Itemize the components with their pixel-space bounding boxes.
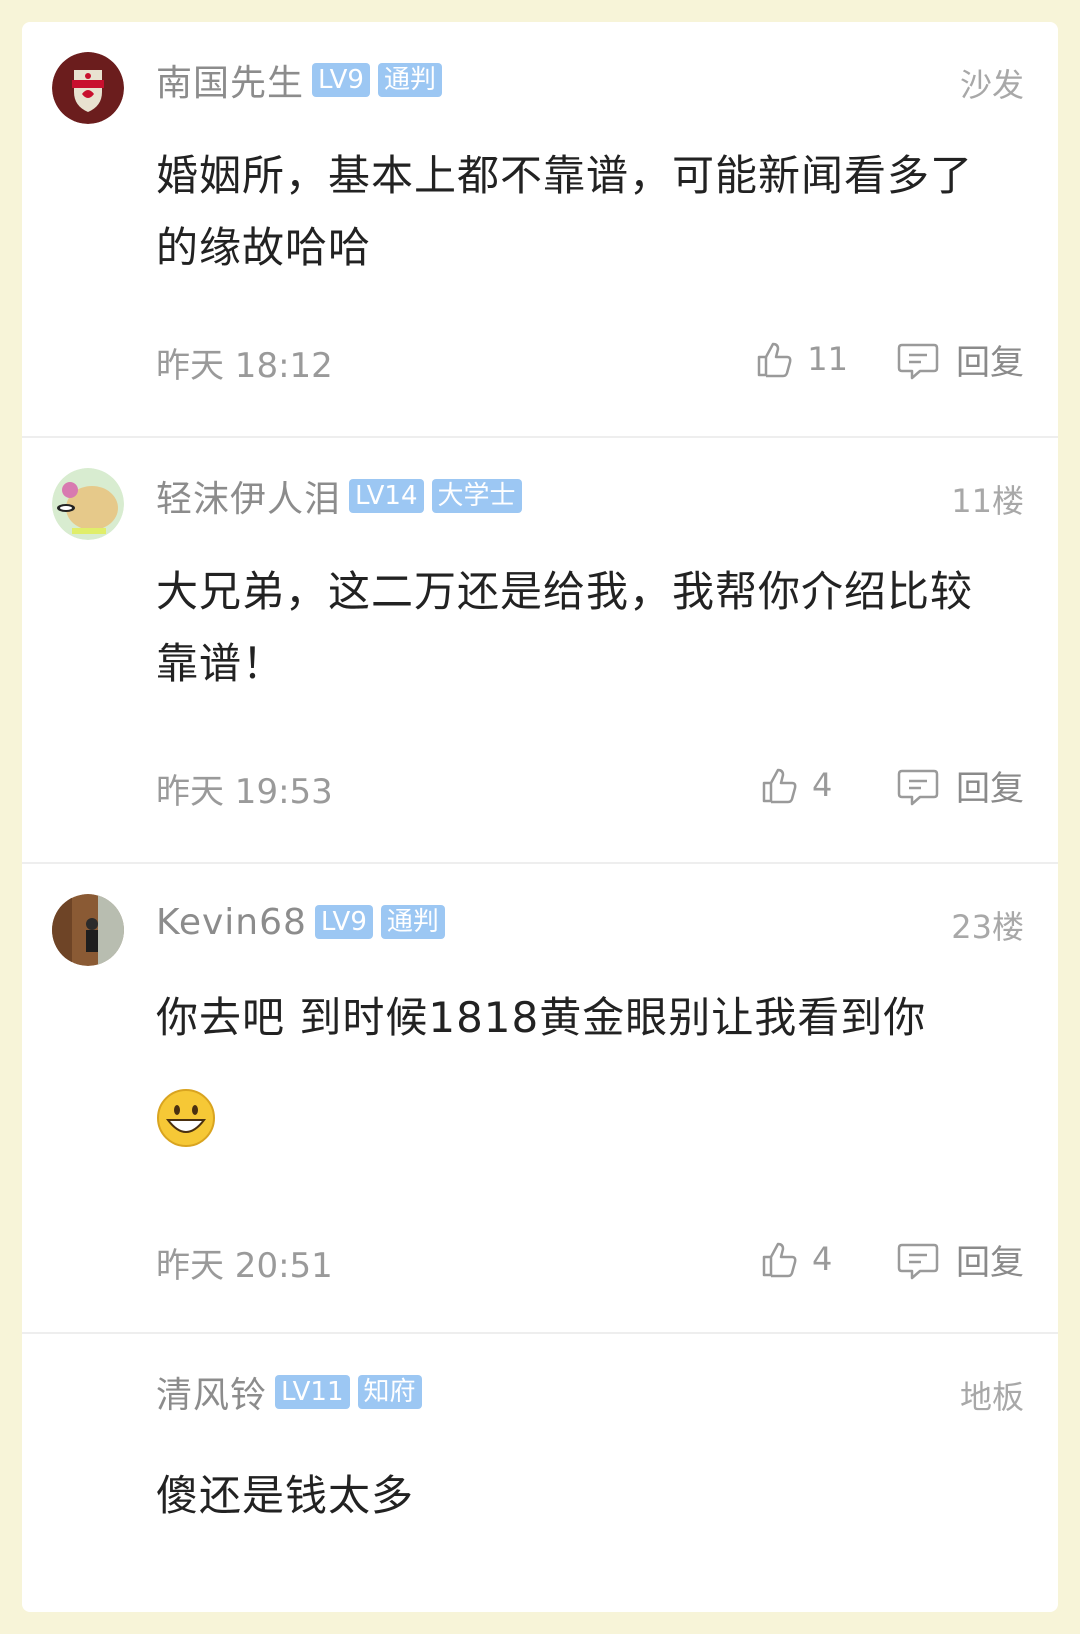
- reply-button[interactable]: 回复: [956, 335, 1024, 384]
- floor-label: 11楼: [951, 482, 1024, 520]
- avatar[interactable]: [52, 1364, 124, 1436]
- title-badge: 通判: [377, 63, 442, 97]
- level-badge: LV9: [312, 63, 370, 97]
- username[interactable]: 清风铃: [156, 1366, 267, 1418]
- comment-text: 傻还是钱太多: [156, 1471, 415, 1520]
- comment-time: 昨天 18:12: [156, 346, 333, 386]
- grinning-face-emoji-icon: [157, 1089, 215, 1147]
- reply-icon[interactable]: [896, 337, 940, 381]
- cartoon-avatar-icon: [52, 468, 124, 540]
- comment-actions: 4 回复: [758, 760, 1024, 810]
- user-info: 轻沫伊人泪 LV14 大学士: [156, 474, 522, 520]
- photo-avatar-icon: [52, 894, 124, 966]
- reply-icon[interactable]: [896, 1237, 940, 1281]
- comment-time: 昨天 19:53: [156, 772, 333, 812]
- user-info: Kevin68 LV9 通判: [156, 900, 445, 944]
- username[interactable]: Kevin68: [156, 902, 307, 943]
- thumbs-up-icon[interactable]: [758, 763, 802, 807]
- comment-item: Kevin68 LV9 通判 23楼 你去吧 到时候1818黄金眼别让我看到你 …: [22, 864, 1058, 1334]
- comment-actions: 11 回复: [753, 334, 1024, 384]
- like-count: 11: [807, 340, 848, 378]
- comment-actions: 4 回复: [758, 1234, 1024, 1284]
- comment-text: 婚姻所，基本上都不靠谱，可能新闻看多了的缘故哈哈: [156, 151, 974, 272]
- floor-label: 地板: [959, 1378, 1024, 1416]
- floor-label: 沙发: [959, 66, 1024, 104]
- liverpool-crest-icon: [52, 52, 124, 124]
- comment-list: 南国先生 LV9 通判 沙发 婚姻所，基本上都不靠谱，可能新闻看多了的缘故哈哈 …: [22, 22, 1058, 1612]
- level-badge: LV11: [275, 1375, 350, 1409]
- title-badge: 知府: [357, 1375, 422, 1409]
- thumbs-up-icon[interactable]: [758, 1237, 802, 1281]
- username[interactable]: 南国先生: [156, 54, 304, 106]
- comment-item: 清风铃 LV11 知府 地板 傻还是钱太多: [22, 1334, 1058, 1612]
- like-count: 4: [812, 1240, 833, 1278]
- reply-button[interactable]: 回复: [956, 1235, 1024, 1284]
- avatar[interactable]: [52, 468, 124, 540]
- username[interactable]: 轻沫伊人泪: [156, 470, 341, 522]
- reply-icon[interactable]: [896, 763, 940, 807]
- comment-time: 昨天 20:51: [156, 1246, 333, 1286]
- floor-label: 23楼: [951, 908, 1024, 946]
- user-info: 清风铃 LV11 知府: [156, 1370, 422, 1416]
- user-info: 南国先生 LV9 通判: [156, 58, 442, 104]
- comment-text: 大兄弟，这二万还是给我，我帮你介绍比较靠谱！: [156, 567, 974, 688]
- level-badge: LV9: [314, 905, 373, 939]
- avatar[interactable]: [52, 894, 124, 966]
- level-badge: LV14: [349, 479, 424, 513]
- title-badge: 大学士: [431, 479, 522, 513]
- like-count: 4: [812, 766, 833, 804]
- comment-item: 轻沫伊人泪 LV14 大学士 11楼 大兄弟，这二万还是给我，我帮你介绍比较靠谱…: [22, 438, 1058, 864]
- title-badge: 通判: [380, 905, 445, 939]
- comment-text: 你去吧 到时候1818黄金眼别让我看到你: [156, 993, 927, 1042]
- avatar[interactable]: [52, 52, 124, 124]
- reply-button[interactable]: 回复: [956, 761, 1024, 810]
- comment-item: 南国先生 LV9 通判 沙发 婚姻所，基本上都不靠谱，可能新闻看多了的缘故哈哈 …: [22, 22, 1058, 438]
- thumbs-up-icon[interactable]: [753, 337, 797, 381]
